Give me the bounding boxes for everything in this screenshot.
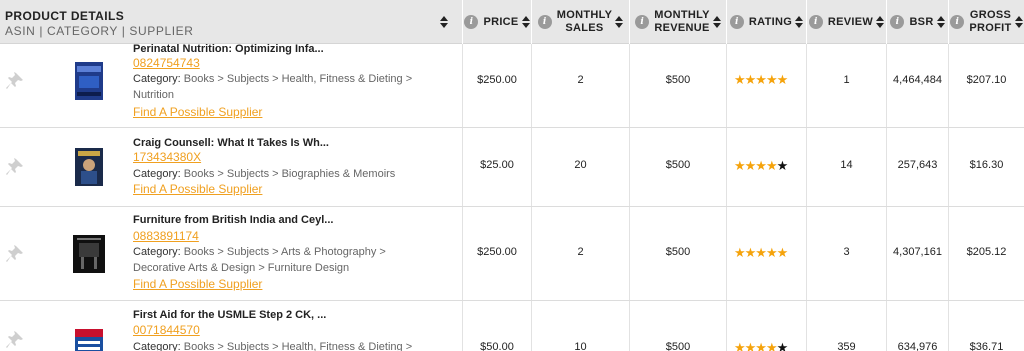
info-icon[interactable]: i — [464, 15, 479, 29]
bsr-value: 257,643 — [897, 159, 938, 171]
rating-stars: ★★★★★ — [734, 72, 788, 87]
rating-stars: ★★★★★ — [734, 245, 788, 260]
column-header-review[interactable]: i REVIEW — [807, 0, 886, 44]
gross-profit-value: $205.12 — [966, 246, 1007, 258]
monthly-sales-value: 20 — [574, 159, 587, 171]
column-header-gross-profit[interactable]: i GROSS PROFIT — [949, 0, 1024, 44]
table-row: Perinatal Nutrition: Optimizing Infa... … — [0, 43, 1024, 128]
sort-icon[interactable] — [521, 16, 530, 28]
find-supplier-link[interactable]: Find A Possible Supplier — [133, 105, 262, 119]
price-value: $25.00 — [480, 159, 514, 171]
sort-icon[interactable] — [936, 16, 945, 28]
price-value: $250.00 — [477, 246, 517, 258]
column-header-rating[interactable]: i RATING — [727, 0, 806, 44]
category-text: Category: Books > Subjects > Health, Fit… — [133, 341, 413, 351]
review-count: 3 — [843, 246, 850, 258]
product-title[interactable]: First Aid for the USMLE Step 2 CK, ... — [133, 309, 326, 321]
find-supplier-link[interactable]: Find A Possible Supplier — [133, 277, 262, 291]
product-details-subheading: ASIN | CATEGORY | SUPPLIER — [5, 24, 194, 38]
product-thumbnail — [75, 329, 103, 351]
monthly-sales-value: 2 — [577, 74, 584, 86]
sort-icon[interactable] — [615, 16, 624, 28]
pin-icon[interactable] — [6, 331, 24, 349]
column-header-monthly-sales[interactable]: i MONTHLY SALES — [532, 0, 629, 44]
column-header-bsr[interactable]: i BSR — [887, 0, 948, 44]
bsr-value: 634,976 — [897, 341, 938, 351]
info-icon[interactable]: i — [808, 15, 823, 29]
sort-icon[interactable] — [1014, 16, 1023, 28]
table-row: First Aid for the USMLE Step 2 CK, ... 0… — [0, 301, 1024, 351]
monthly-revenue-value: $500 — [665, 159, 691, 171]
info-icon[interactable]: i — [635, 15, 650, 29]
monthly-sales-value: 2 — [577, 246, 584, 258]
sort-product-details-icon[interactable] — [440, 16, 448, 28]
monthly-sales-value: 10 — [574, 341, 587, 351]
product-thumbnail — [75, 62, 103, 100]
rating-stars: ★★★★★ — [734, 158, 788, 173]
gross-profit-value: $36.71 — [969, 341, 1004, 351]
product-thumbnail — [73, 235, 105, 273]
review-count: 14 — [840, 159, 853, 171]
product-title[interactable]: Perinatal Nutrition: Optimizing Infa... — [133, 43, 324, 55]
bsr-value: 4,464,484 — [893, 74, 942, 86]
product-thumbnail — [75, 148, 103, 186]
gross-profit-value: $207.10 — [966, 74, 1007, 86]
asin-link[interactable]: 0824754743 — [133, 56, 200, 70]
price-value: $50.00 — [480, 341, 514, 351]
info-icon[interactable]: i — [729, 15, 744, 29]
bsr-value: 4,307,161 — [893, 246, 942, 258]
monthly-revenue-value: $500 — [665, 74, 691, 86]
category-text: Category: Books > Subjects > Biographies… — [133, 168, 396, 180]
pin-icon[interactable] — [6, 245, 24, 263]
asin-link[interactable]: 173434380X — [133, 150, 201, 164]
info-icon[interactable]: i — [537, 15, 552, 29]
info-icon[interactable]: i — [950, 15, 965, 29]
sort-icon[interactable] — [795, 16, 804, 28]
asin-link[interactable]: 0071844570 — [133, 323, 200, 337]
table-header: PRODUCT DETAILS ASIN | CATEGORY | SUPPLI… — [0, 0, 1024, 44]
review-count: 359 — [837, 341, 856, 351]
price-value: $250.00 — [477, 74, 517, 86]
pin-icon[interactable] — [6, 158, 24, 176]
sort-icon[interactable] — [712, 16, 721, 28]
category-text: Category: Books > Subjects > Health, Fit… — [133, 73, 413, 101]
review-count: 1 — [843, 74, 850, 86]
column-header-monthly-revenue[interactable]: i MONTHLY REVENUE — [630, 0, 726, 44]
monthly-revenue-value: $500 — [665, 341, 691, 351]
pin-icon[interactable] — [6, 72, 24, 90]
monthly-revenue-value: $500 — [665, 246, 691, 258]
table-row: Furniture from British India and Ceyl...… — [0, 207, 1024, 301]
asin-link[interactable]: 0883891174 — [133, 229, 199, 243]
product-title[interactable]: Furniture from British India and Ceyl... — [133, 214, 333, 226]
sort-icon[interactable] — [876, 16, 885, 28]
table-row: Craig Counsell: What It Takes Is Wh... 1… — [0, 128, 1024, 207]
column-header-price[interactable]: i PRICE — [463, 0, 531, 44]
product-details-heading: PRODUCT DETAILS — [5, 9, 125, 23]
info-icon[interactable]: i — [890, 15, 905, 29]
rating-stars: ★★★★★ — [734, 340, 788, 351]
gross-profit-value: $16.30 — [969, 159, 1004, 171]
product-title[interactable]: Craig Counsell: What It Takes Is Wh... — [133, 137, 329, 149]
category-text: Category: Books > Subjects > Arts & Phot… — [133, 246, 386, 274]
find-supplier-link[interactable]: Find A Possible Supplier — [133, 182, 262, 196]
